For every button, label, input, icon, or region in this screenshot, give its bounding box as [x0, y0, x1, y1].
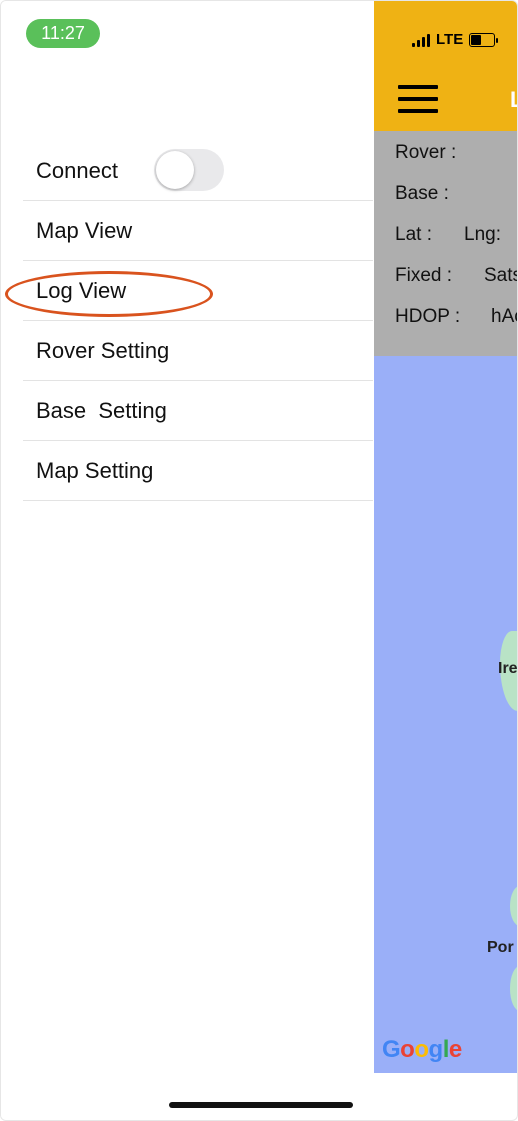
navigation-drawer: 11:27 Connect Map View Log View Rover Se… [1, 1, 373, 1120]
drawer-item-map-view[interactable]: Map View [23, 201, 373, 261]
map-place-label: Ire [498, 660, 518, 677]
drawer-item-rover-setting[interactable]: Rover Setting [23, 321, 373, 381]
drawer-item-connect: Connect [23, 141, 373, 201]
status-indicators: LTE [412, 31, 499, 48]
drawer-item-label: Log View [36, 277, 127, 303]
sats-label: Sats [484, 265, 517, 286]
phone-screen: 11:27 Connect Map View Log View Rover Se… [0, 0, 518, 1121]
drawer-item-map-setting[interactable]: Map Setting [23, 441, 373, 501]
fixed-label: Fixed : [395, 265, 453, 286]
drawer-item-label: Base Setting [36, 397, 167, 423]
main-content: LTE L Rover : Base : Lat : Lng: Fixed : … [374, 1, 518, 1120]
connect-label: Connect [36, 157, 118, 183]
home-indicator[interactable] [169, 1102, 353, 1108]
signal-icon [412, 33, 430, 47]
hdop-label: HDOP : [395, 306, 461, 327]
app-bar: LTE L [374, 1, 517, 131]
drawer-item-base-setting[interactable]: Base Setting [23, 381, 373, 441]
battery-icon [469, 32, 499, 47]
lng-label: Lng: [464, 224, 501, 245]
google-logo: Google [382, 1036, 462, 1063]
gnss-info-panel: Rover : Base : Lat : Lng: Fixed : Sats H… [374, 131, 517, 356]
drawer-item-label: Map Setting [36, 457, 154, 483]
drawer-item-label: Rover Setting [36, 337, 170, 363]
drawer-menu: Connect Map View Log View Rover Setting … [5, 141, 373, 501]
drawer-item-log-view[interactable]: Log View [5, 261, 373, 321]
hamburger-menu-icon[interactable] [398, 85, 438, 113]
toggle-knob [156, 151, 194, 189]
base-label: Base : [395, 183, 449, 204]
map-place-label: Por [487, 939, 514, 956]
land-mass [510, 886, 517, 926]
network-label: LTE [436, 31, 464, 48]
connect-toggle[interactable] [154, 149, 224, 191]
map-view[interactable]: Ire Por Google [374, 356, 518, 1073]
drawer-item-label: Map View [36, 217, 133, 243]
rover-label: Rover : [395, 142, 457, 163]
hacc-label: hAc [491, 306, 517, 327]
lat-label: Lat : [395, 224, 432, 245]
status-time: 11:27 [26, 19, 100, 48]
app-title: L [510, 87, 517, 113]
land-mass [510, 966, 517, 1011]
